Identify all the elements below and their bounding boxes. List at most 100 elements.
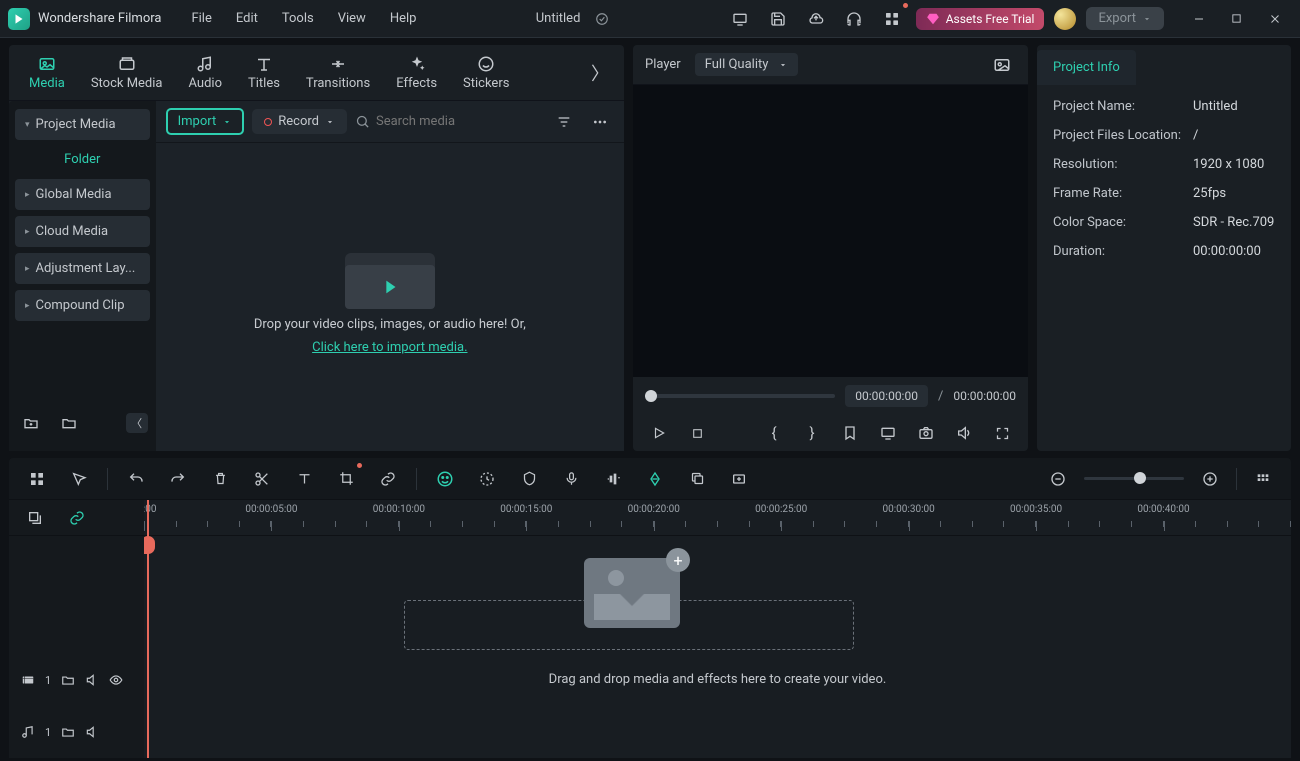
text-icon[interactable]	[290, 465, 318, 493]
shield-icon[interactable]	[515, 465, 543, 493]
playhead[interactable]	[147, 500, 149, 758]
import-button[interactable]: Import	[166, 108, 245, 135]
menu-help[interactable]: Help	[380, 7, 427, 30]
player-canvas[interactable]	[633, 85, 1028, 377]
marker-dropdown-icon[interactable]	[836, 419, 864, 447]
tab-media[interactable]: Media	[21, 50, 73, 95]
add-track-icon[interactable]	[725, 465, 753, 493]
window-minimize-button[interactable]	[1182, 5, 1216, 33]
stack-icon[interactable]	[21, 504, 49, 532]
zoom-slider-thumb[interactable]	[1134, 472, 1146, 484]
search-input[interactable]	[376, 114, 542, 129]
audio-track-header[interactable]: 1	[9, 706, 144, 758]
mic-icon[interactable]	[557, 465, 585, 493]
media-sidebar: ▾Project Media Folder ▸Global Media ▸Clo…	[9, 101, 156, 451]
crop-icon[interactable]	[332, 465, 360, 493]
visibility-icon[interactable]	[109, 673, 123, 687]
zoom-slider[interactable]	[1084, 477, 1184, 480]
collapse-sidebar-button[interactable]: 〈	[126, 413, 148, 433]
cursor-icon[interactable]	[65, 465, 93, 493]
volume-icon[interactable]	[950, 419, 978, 447]
user-avatar[interactable]	[1054, 8, 1076, 30]
snapshot-icon[interactable]	[912, 419, 940, 447]
sidebar-item-adjustment-layer[interactable]: ▸Adjustment Lay...	[15, 253, 150, 284]
sidebar-item-global-media[interactable]: ▸Global Media	[15, 179, 150, 210]
player-panel: Player Full Quality 00:00:00:00 / 00:00:…	[633, 45, 1028, 451]
current-time: 00:00:00:00	[845, 385, 928, 407]
keyframe-icon[interactable]	[641, 465, 669, 493]
import-media-link[interactable]: Click here to import media.	[312, 340, 467, 355]
project-info-row: Project Name:Untitled	[1053, 99, 1275, 114]
sidebar-folder-label[interactable]: Folder	[15, 146, 150, 173]
tab-titles[interactable]: Titles	[240, 50, 288, 95]
tab-stock-media[interactable]: Stock Media	[83, 50, 171, 95]
tab-audio[interactable]: Audio	[181, 50, 230, 95]
fullscreen-icon[interactable]	[988, 419, 1016, 447]
split-icon[interactable]	[248, 465, 276, 493]
link-icon[interactable]	[374, 465, 402, 493]
zoom-out-icon[interactable]	[1044, 465, 1072, 493]
playback-quality-select[interactable]: Full Quality	[695, 53, 799, 76]
zoom-in-icon[interactable]	[1196, 465, 1224, 493]
save-icon[interactable]	[764, 5, 792, 33]
folder-icon[interactable]	[55, 409, 83, 437]
sidebar-item-project-media[interactable]: ▾Project Media	[15, 109, 150, 140]
folder-small-icon[interactable]	[61, 725, 75, 739]
ai-face-icon[interactable]	[431, 465, 459, 493]
menu-tools[interactable]: Tools	[272, 7, 324, 30]
audio-levels-icon[interactable]	[599, 465, 627, 493]
tab-effects[interactable]: Effects	[388, 50, 445, 95]
cloud-icon[interactable]	[802, 5, 830, 33]
timeline-tracks[interactable]: 00:0000:00:05:0000:00:10:0000:00:15:0000…	[144, 500, 1291, 758]
mute-icon[interactable]	[85, 725, 99, 739]
video-track-header[interactable]: 1	[9, 654, 144, 706]
window-close-button[interactable]	[1258, 5, 1292, 33]
media-search[interactable]	[355, 114, 542, 129]
redo-icon[interactable]	[164, 465, 192, 493]
copy-icon[interactable]	[683, 465, 711, 493]
project-info-tab[interactable]: Project Info	[1037, 50, 1136, 85]
mark-in-icon[interactable]: {	[760, 419, 788, 447]
record-button[interactable]: Record	[252, 109, 347, 134]
more-icon[interactable]	[586, 108, 614, 136]
folder-small-icon[interactable]	[61, 673, 75, 687]
timeline-drop-thumbnail[interactable]: +	[584, 558, 680, 628]
video-track-icon	[21, 673, 35, 687]
link-tracks-icon[interactable]	[63, 504, 91, 532]
layout-icon[interactable]	[23, 465, 51, 493]
delete-icon[interactable]	[206, 465, 234, 493]
sidebar-item-cloud-media[interactable]: ▸Cloud Media	[15, 216, 150, 247]
filter-icon[interactable]	[550, 108, 578, 136]
export-button[interactable]: Export	[1086, 7, 1164, 30]
chevron-right-icon: ▸	[25, 264, 30, 274]
timeline-toolbar	[9, 458, 1291, 500]
media-drop-zone[interactable]: Drop your video clips, images, or audio …	[156, 143, 624, 451]
tab-stickers[interactable]: Stickers	[455, 50, 517, 95]
mute-icon[interactable]	[85, 673, 99, 687]
image-overlay-icon[interactable]	[988, 51, 1016, 79]
view-mode-icon[interactable]	[1249, 465, 1277, 493]
tab-next-button[interactable]: 〉	[588, 60, 612, 86]
display-icon[interactable]	[874, 419, 902, 447]
stop-button[interactable]	[683, 419, 711, 447]
screen-icon[interactable]	[726, 5, 754, 33]
menu-view[interactable]: View	[328, 7, 376, 30]
document-state-icon[interactable]	[588, 5, 616, 33]
sidebar-item-compound-clip[interactable]: ▸Compound Clip	[15, 290, 150, 321]
tab-transitions[interactable]: Transitions	[298, 50, 378, 95]
menu-edit[interactable]: Edit	[226, 7, 268, 30]
play-button[interactable]	[645, 419, 673, 447]
assets-trial-button[interactable]: Assets Free Trial	[916, 8, 1045, 30]
playback-progress-track[interactable]	[645, 394, 835, 398]
window-maximize-button[interactable]	[1220, 5, 1254, 33]
undo-icon[interactable]	[122, 465, 150, 493]
headphones-icon[interactable]	[840, 5, 868, 33]
menu-file[interactable]: File	[181, 7, 221, 30]
mark-out-icon[interactable]: }	[798, 419, 826, 447]
new-folder-icon[interactable]	[17, 409, 45, 437]
plus-icon[interactable]: +	[666, 548, 690, 572]
apps-icon[interactable]	[878, 5, 906, 33]
speed-icon[interactable]	[473, 465, 501, 493]
playback-progress-thumb[interactable]	[645, 390, 657, 402]
timeline-ruler[interactable]: 00:0000:00:05:0000:00:10:0000:00:15:0000…	[144, 500, 1291, 536]
